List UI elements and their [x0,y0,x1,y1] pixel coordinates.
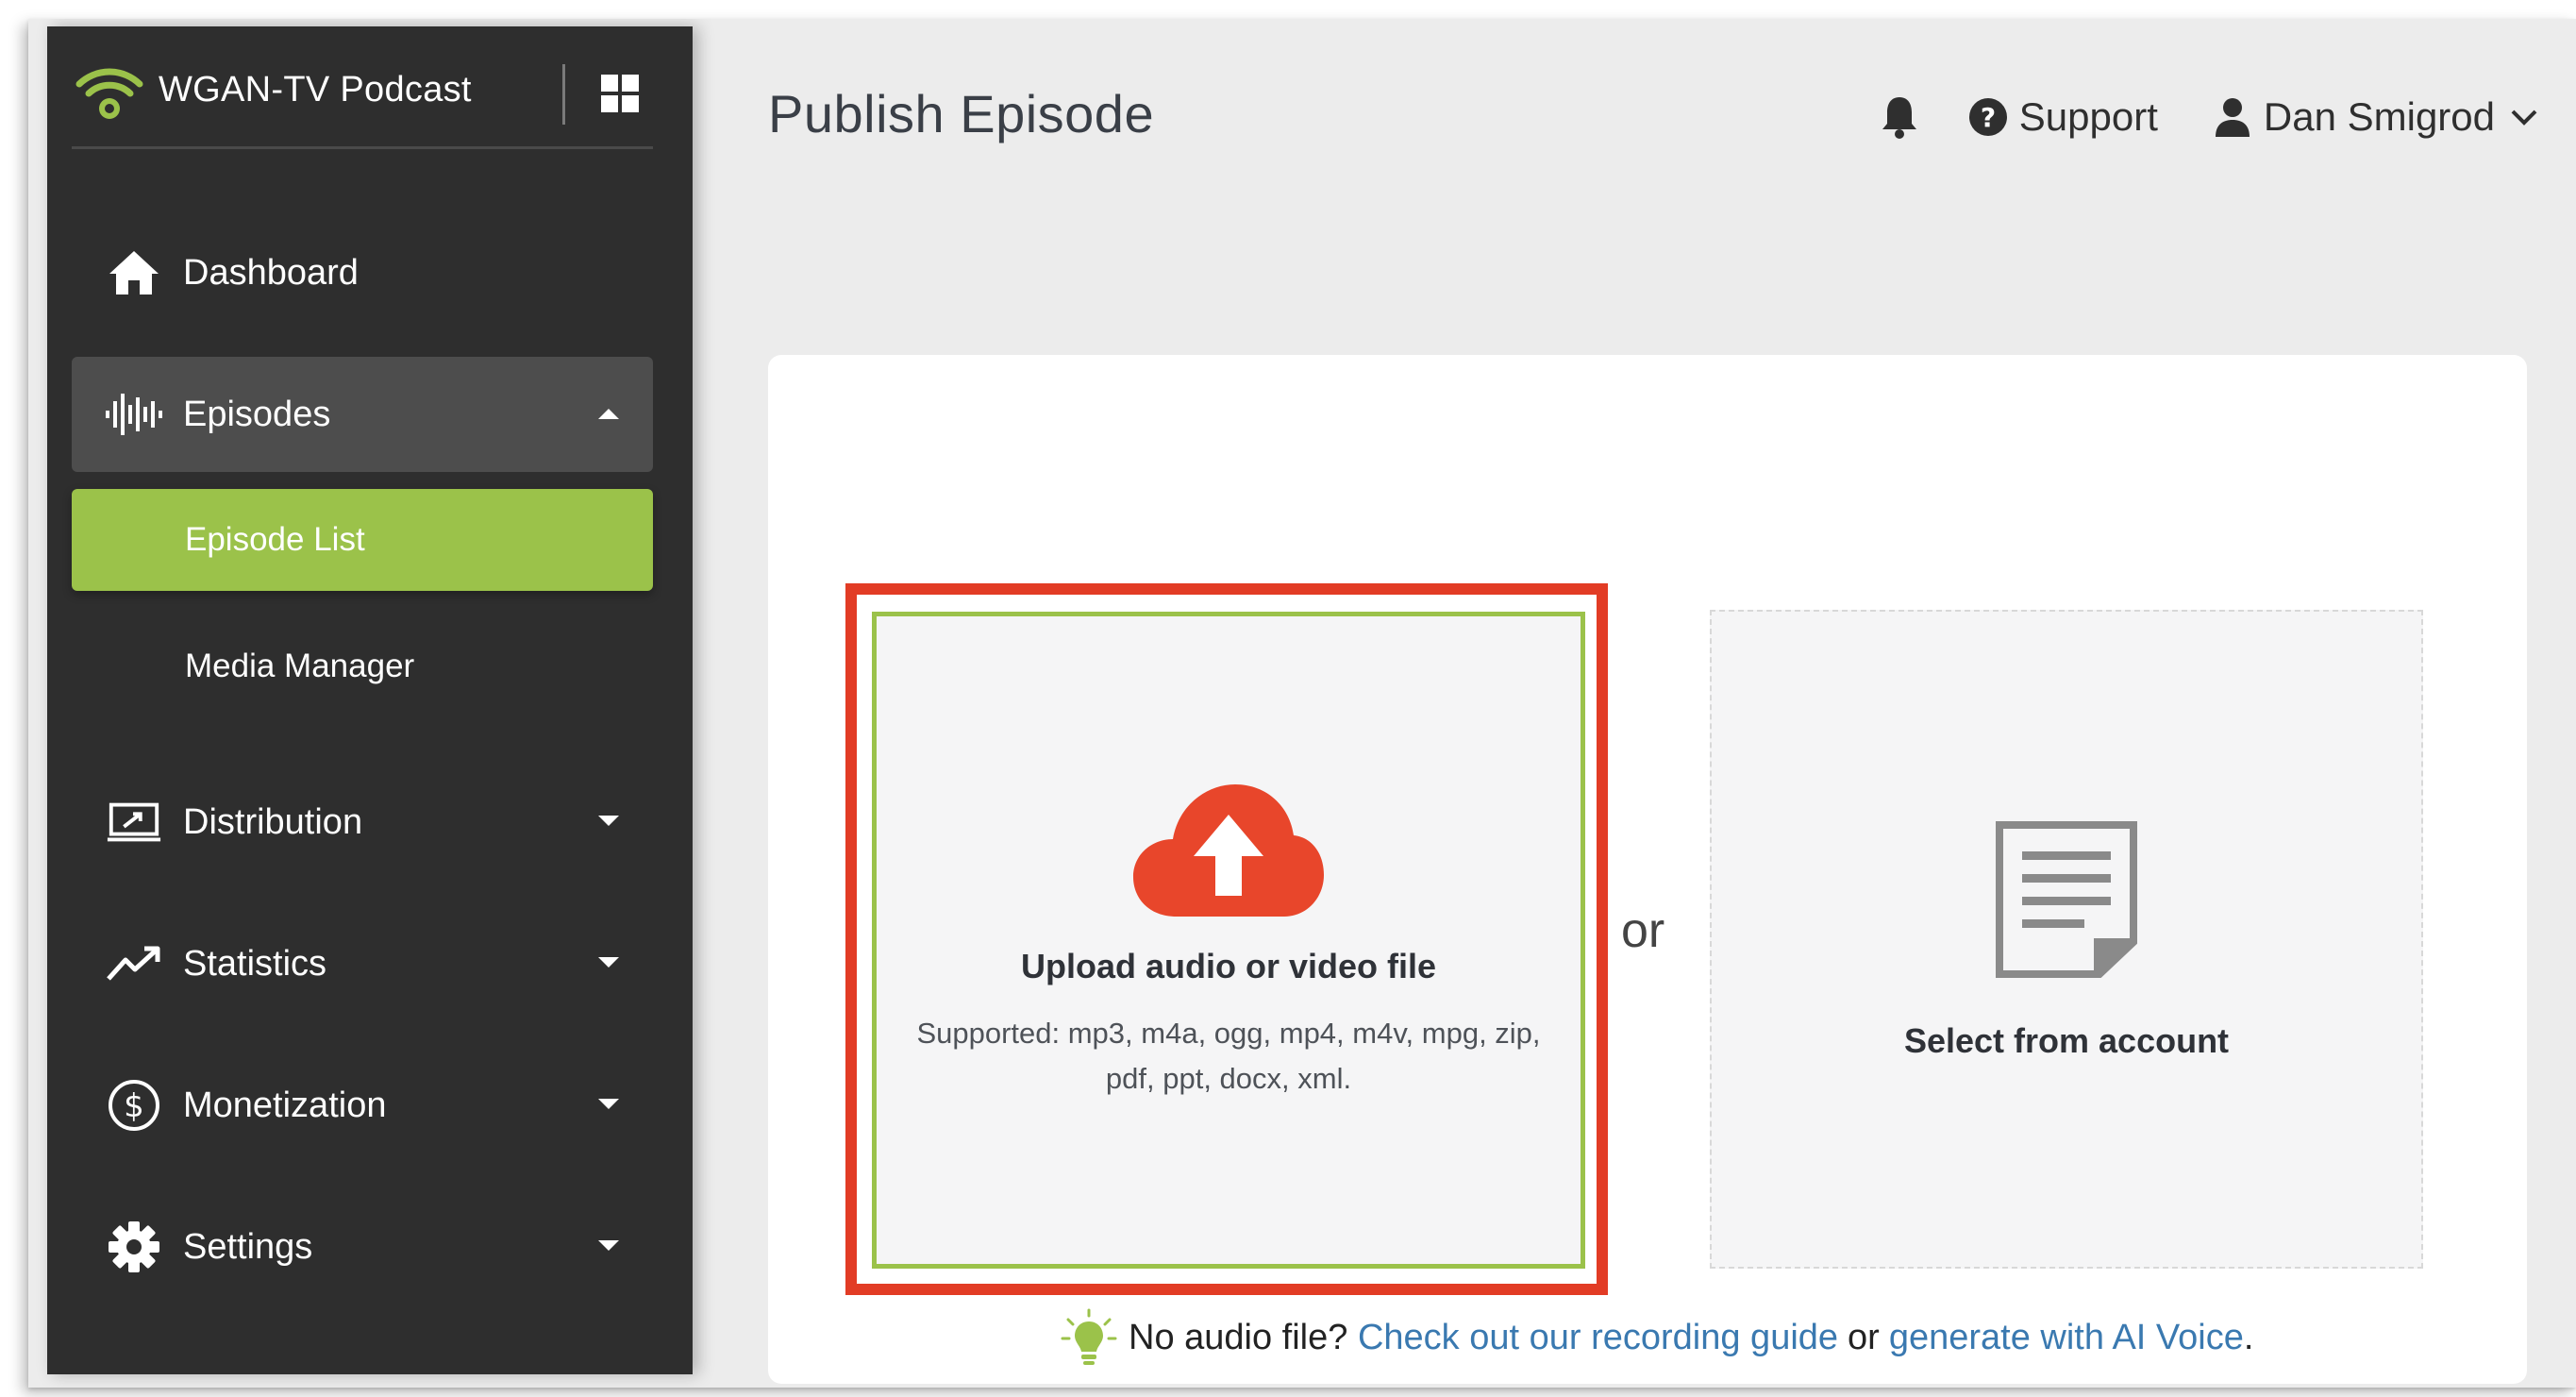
sidebar-item-distribution[interactable]: Distribution [72,765,653,880]
caret-down-icon [598,1099,619,1109]
sidebar-item-media-manager[interactable]: Media Manager [72,615,653,717]
svg-text:?: ? [1981,102,1996,133]
sidebar-item-label: Distribution [183,801,363,842]
app-name: WGAN-TV Podcast [159,70,472,109]
top-bar: ? Support Dan Smigrod [1876,79,2538,155]
caret-up-icon [598,409,619,419]
cloud-upload-icon [1133,784,1324,917]
sidebar-item-label: Episode List [185,521,365,558]
trend-icon [106,935,162,992]
window-frame: WGAN-TV Podcast Dashboard Episodes Episo… [28,19,2576,1388]
supported-formats: Supported: mp3, m4a, ogg, mp4, m4v, mpg,… [916,1017,1541,1095]
sidebar-item-label: Statistics [183,943,327,984]
sidebar-item-label: Dashboard [183,252,359,293]
select-title: Select from account [1903,1021,2230,1060]
sidebar-item-label: Settings [183,1226,313,1267]
caret-down-icon [598,1240,619,1251]
hint-prefix: No audio file? [1129,1317,1348,1357]
sidebar-item-label: Media Manager [185,648,415,684]
help-circle-icon: ? [1968,98,2007,136]
hint-suffix: . [2243,1317,2254,1357]
caret-down-icon [598,957,619,968]
main-content: Publish Episode ? Support Dan Smigrod Up… [693,26,2576,1384]
hint-middle: or [1848,1317,1880,1357]
grid-icon [601,75,639,112]
sidebar-item-monetization[interactable]: $ Monetization [72,1048,653,1163]
publish-card: Upload audio or video file Supported: mp… [768,355,2527,1384]
recording-guide-link[interactable]: Check out our recording guide [1358,1318,1838,1358]
lightbulb-icon [1061,1308,1117,1365]
waveform-icon [106,386,162,443]
page-title: Publish Episode [768,84,1155,143]
sidebar-item-dashboard[interactable]: Dashboard [72,215,653,330]
user-name: Dan Smigrod [2263,94,2495,139]
bell-icon [1882,97,1916,139]
support-link[interactable]: ? Support [1968,94,2158,140]
sidebar-item-label: Episodes [183,394,331,434]
svg-text:$: $ [124,1087,144,1125]
sidebar-item-episodes[interactable]: Episodes [72,357,653,472]
caret-down-icon [598,816,619,826]
brand-header: WGAN-TV Podcast [72,55,653,149]
dollar-icon: $ [106,1077,162,1134]
notifications-button[interactable] [1876,93,1923,141]
podcast-logo-icon [75,68,143,119]
app: WGAN-TV Podcast Dashboard Episodes Episo… [47,26,2576,1384]
sidebar-item-statistics[interactable]: Statistics [72,906,653,1021]
upload-title: Upload audio or video file [1020,947,1437,985]
select-from-account[interactable]: Select from account [1710,610,2423,1269]
support-label: Support [2018,94,2158,139]
chevron-down-icon [2511,109,2537,126]
home-icon [106,244,162,301]
brand-divider [562,64,565,125]
user-menu[interactable]: Dan Smigrod [2215,94,2538,140]
sidebar: WGAN-TV Podcast Dashboard Episodes Episo… [47,26,693,1374]
or-divider-text: or [1621,903,1665,958]
ai-voice-link[interactable]: generate with AI Voice [1889,1318,2244,1358]
sidebar-item-label: Monetization [183,1085,387,1125]
document-icon [1996,821,2137,978]
recording-hint: No audio file? Check out our recording g… [1061,1308,2253,1367]
sidebar-item-settings[interactable]: Settings [72,1189,653,1304]
upload-dropzone[interactable]: Upload audio or video file Supported: mp… [872,612,1585,1269]
gear-icon [106,1219,162,1275]
app-grid-button[interactable] [594,68,645,119]
distribution-icon [106,794,162,850]
user-icon [2215,98,2250,137]
sidebar-item-episode-list[interactable]: Episode List [72,489,653,591]
